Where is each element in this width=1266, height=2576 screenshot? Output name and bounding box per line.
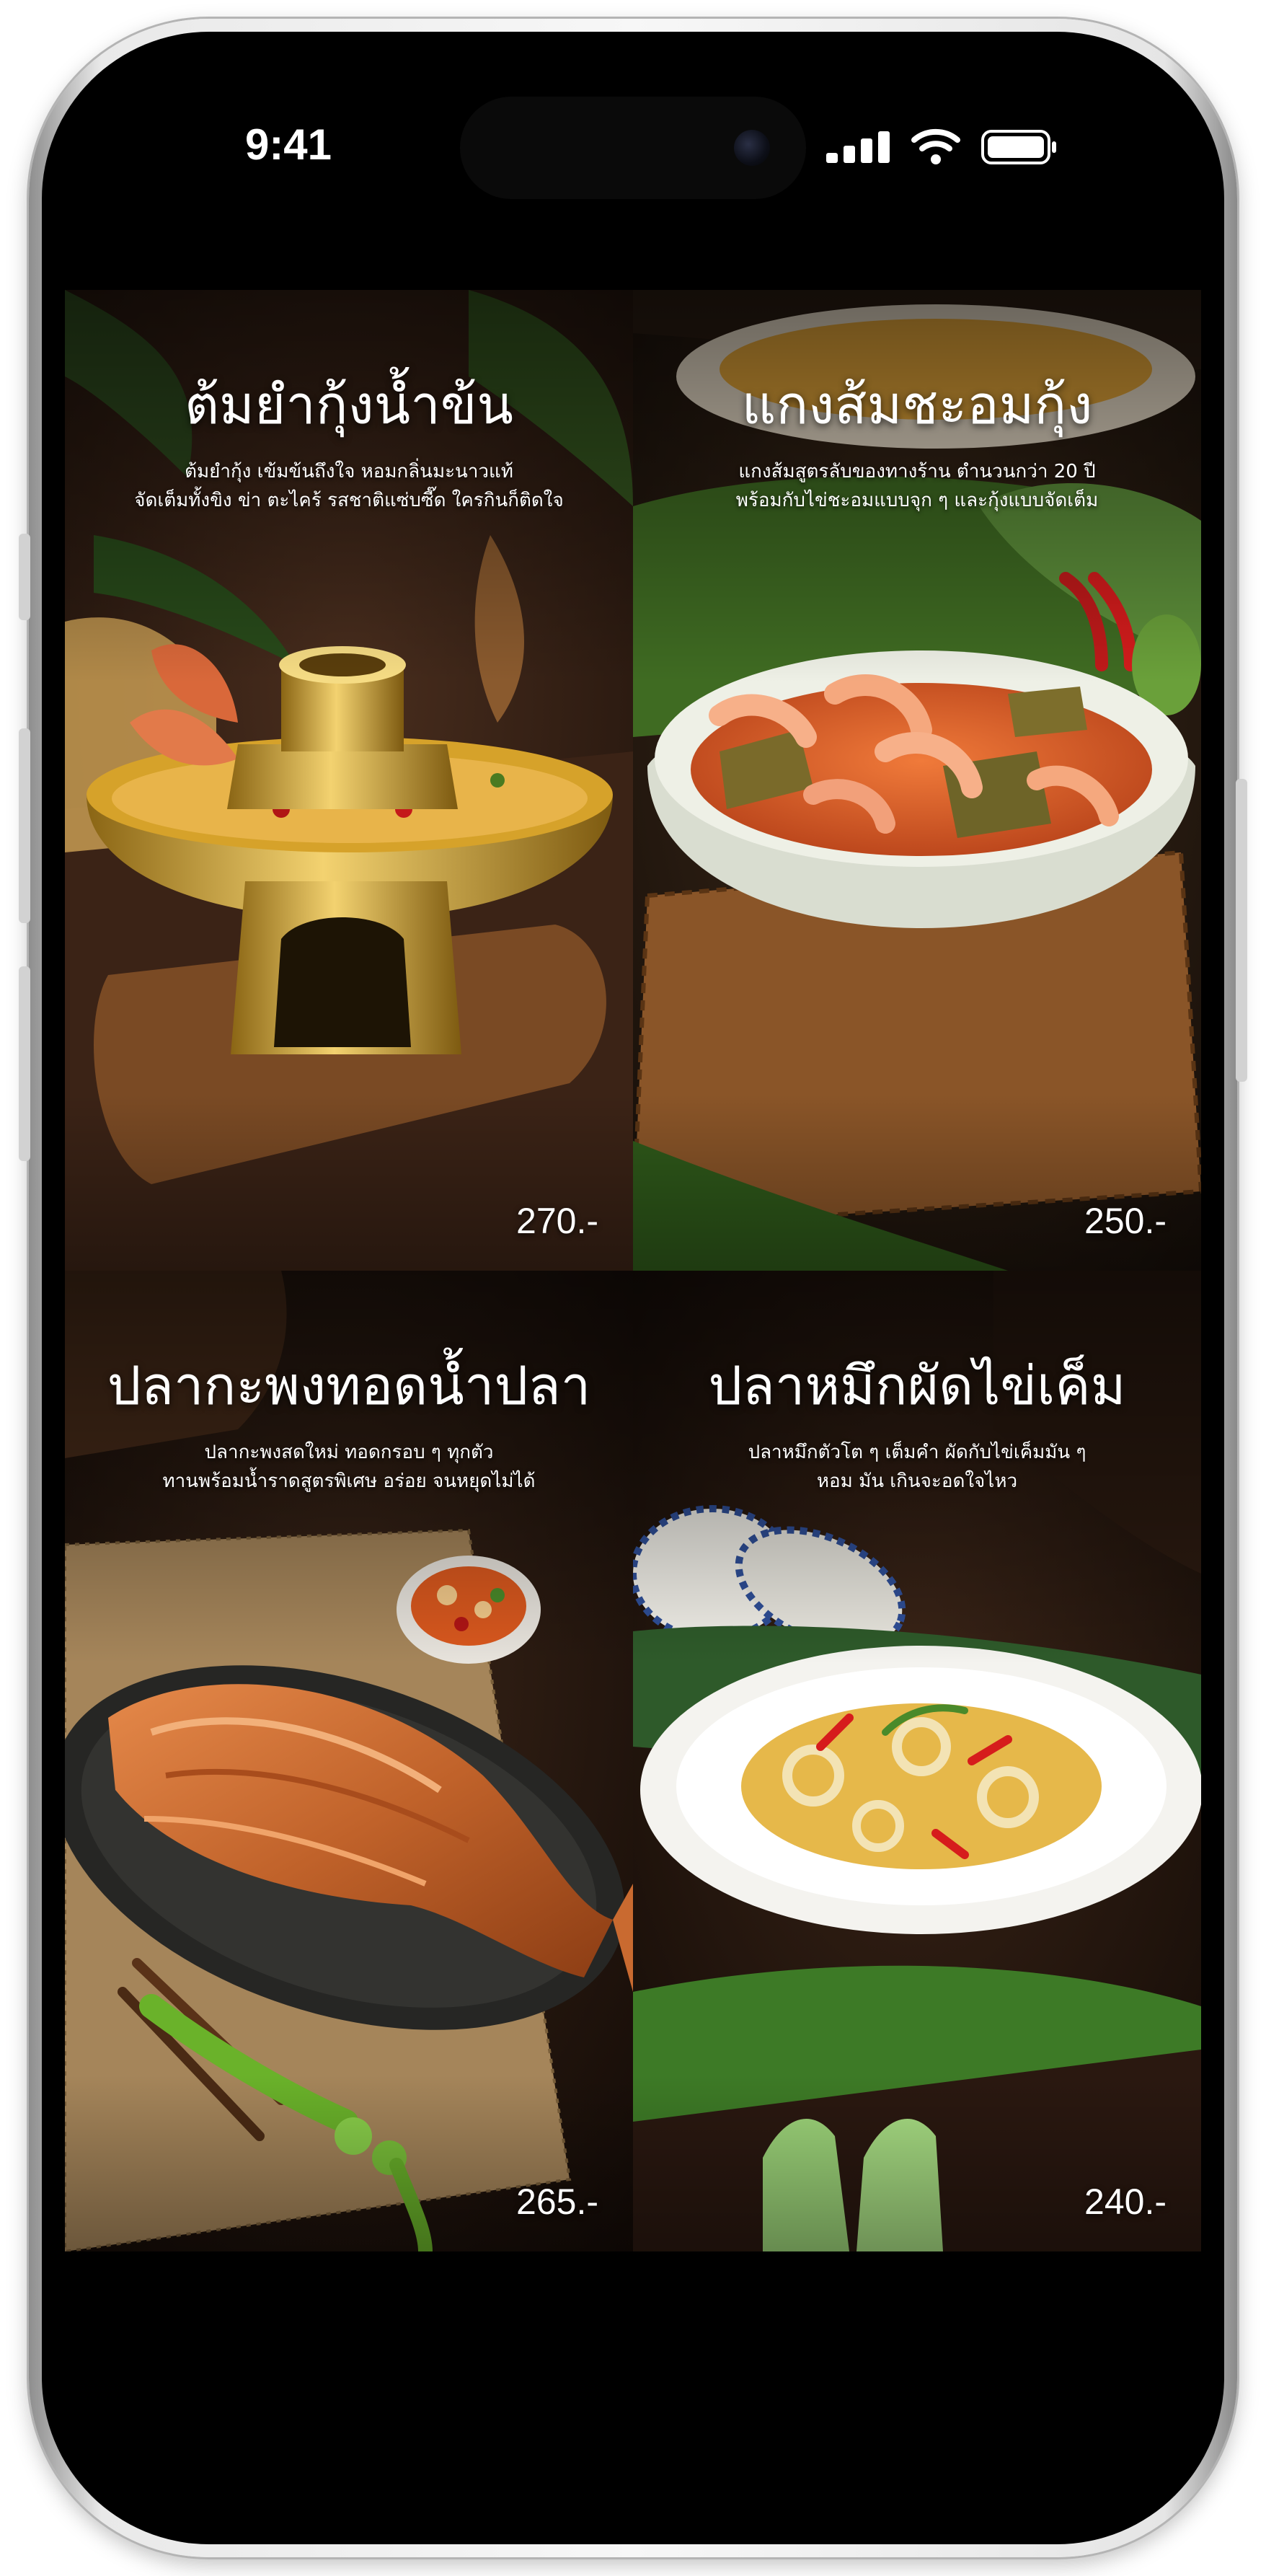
menu-item-description: ปลาหมึกตัวโต ๆ เต็มคำ ผัดกับไข่เค็มมัน ๆ… — [655, 1438, 1179, 1496]
description-line: ต้มยำกุ้ง เข้มข้นถึงใจ หอมกลิ่นมะนาวแท้ — [185, 461, 513, 482]
status-time: 9:41 — [244, 120, 332, 169]
description-line: จัดเต็มทั้งขิง ข่า ตะไคร้ รสชาติแซ่บซี๊ด… — [134, 490, 564, 511]
battery-icon — [981, 130, 1056, 164]
menu-item-title: ต้มยำกุ้งน้ำข้น — [185, 374, 513, 436]
menu-card[interactable]: ปลาหมึกผัดไข่เค็ม ปลาหมึกตัวโต ๆ เต็มคำ … — [633, 1271, 1201, 2251]
power-button[interactable] — [1236, 779, 1247, 1082]
menu-item-description: ต้มยำกุ้ง เข้มข้นถึงใจ หอมกลิ่นมะนาวแท้ … — [87, 457, 611, 515]
description-line: หอม มัน เกินจะอดใจไหว — [816, 1470, 1018, 1492]
signal-icon — [826, 131, 890, 163]
description-line: แกงส้มสูตรลับของทางร้าน ตำนวนกว่า 20 ปี — [738, 461, 1096, 482]
menu-item-price: 265.- — [516, 2182, 598, 2222]
menu-card[interactable]: ต้มยำกุ้งน้ำข้น ต้มยำกุ้ง เข้มข้นถึงใจ ห… — [65, 290, 633, 1271]
front-camera-icon — [734, 130, 770, 166]
menu-item-price: 250.- — [1084, 1201, 1167, 1241]
menu-item-price: 240.- — [1084, 2182, 1167, 2222]
description-line: ปลากะพงสดใหม่ ทอดกรอบ ๆ ทุกตัว — [204, 1442, 494, 1463]
volume-down-button[interactable] — [19, 966, 30, 1161]
phone-screen: 9:41 ต้มยำกุ้งน้ำข้น ต้มยำกุ้ง เข้มข้นถึ… — [65, 55, 1201, 2521]
menu-card[interactable]: ปลากะพงทอดน้ำปลา ปลากะพงสดใหม่ ทอดกรอบ ๆ… — [65, 1271, 633, 2251]
dynamic-island — [460, 97, 806, 199]
menu-item-title: แกงส้มชะอมกุ้ง — [741, 374, 1093, 436]
description-line: ปลาหมึกตัวโต ๆ เต็มคำ ผัดกับไข่เค็มมัน ๆ — [748, 1442, 1086, 1463]
menu-item-description: ปลากะพงสดใหม่ ทอดกรอบ ๆ ทุกตัว ทานพร้อมน… — [87, 1438, 611, 1496]
status-icons — [826, 127, 1057, 170]
description-line: ทานพร้อมน้ำราดสูตรพิเศษ อร่อย จนหยุดไม่ไ… — [162, 1470, 536, 1492]
menu-item-price: 270.- — [516, 1201, 598, 1241]
wifi-icon — [911, 128, 960, 164]
description-line: พร้อมกับไข่ชะอมแบบจุก ๆ และกุ้งแบบจัดเต็… — [735, 490, 1099, 511]
menu-item-title: ปลาหมึกผัดไข่เค็ม — [708, 1355, 1126, 1417]
status-bar: 9:41 — [65, 55, 1201, 199]
action-button[interactable] — [19, 534, 30, 620]
menu-item-title: ปลากะพงทอดน้ำปลา — [107, 1355, 591, 1417]
volume-up-button[interactable] — [19, 728, 30, 923]
menu-grid: ต้มยำกุ้งน้ำข้น ต้มยำกุ้ง เข้มข้นถึงใจ ห… — [65, 290, 1201, 2251]
menu-item-description: แกงส้มสูตรลับของทางร้าน ตำนวนกว่า 20 ปี … — [655, 457, 1179, 515]
menu-card[interactable]: แกงส้มชะอมกุ้ง แกงส้มสูตรลับของทางร้าน ต… — [633, 290, 1201, 1271]
